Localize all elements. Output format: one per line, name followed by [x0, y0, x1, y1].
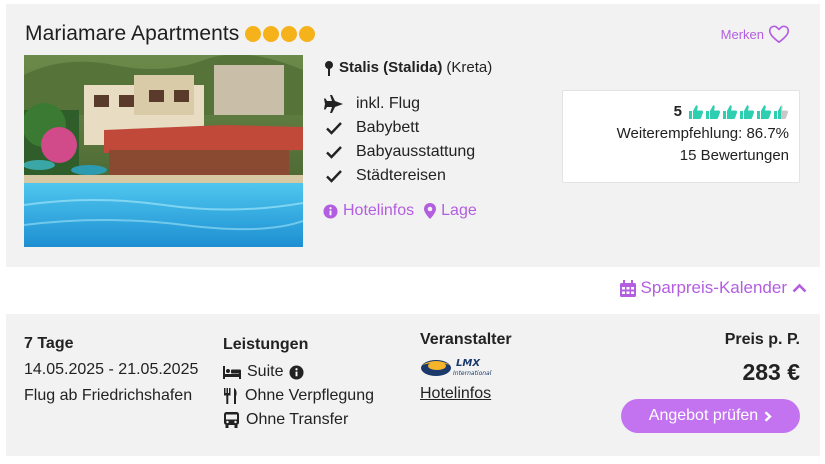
- thumbs-up-icon: [757, 104, 771, 119]
- duration: 7 Tage: [24, 335, 74, 352]
- bed-icon: [223, 366, 241, 379]
- transfer: Ohne Transfer: [223, 408, 374, 432]
- cta-label: Angebot prüfen: [648, 407, 759, 424]
- hotel-links: Hotelinfos Lage: [323, 202, 477, 220]
- feature-label: inkl. Flug: [356, 95, 421, 112]
- offer-card: 7 Tage 14.05.2025 - 21.05.2025 Flug ab F…: [6, 314, 820, 456]
- travel-dates: 14.05.2025 - 21.05.2025: [24, 361, 199, 378]
- feature-label: Städtereisen: [356, 167, 446, 184]
- map-pin-icon: [325, 60, 333, 76]
- star-icon: [245, 26, 262, 42]
- hotel-photo[interactable]: [24, 55, 303, 247]
- chevron-up-icon: [792, 283, 807, 293]
- star-rating: [245, 26, 316, 42]
- feature-item: inkl. Flug: [323, 92, 475, 116]
- departure: Flug ab Friedrichshafen: [24, 387, 193, 404]
- thumbs-rating: [688, 104, 789, 120]
- price: 283 €: [742, 359, 800, 385]
- kalender-label: Sparpreis-Kalender: [640, 278, 787, 297]
- map-marker-icon: [424, 203, 437, 219]
- rating-box[interactable]: 5 Weiterempfehlung: 86.7% 15 Bewertungen: [562, 90, 800, 183]
- check-icon: [323, 169, 345, 183]
- thumbs-up-icon: [774, 104, 788, 119]
- operator-header: Veranstalter: [420, 331, 512, 348]
- operator-logo-text: LMX: [456, 358, 481, 369]
- operator-logo-sub: International: [453, 370, 492, 377]
- price-header: Preis p. P.: [724, 331, 800, 348]
- hotel-title[interactable]: Mariamare Apartments: [25, 22, 316, 46]
- lage-link[interactable]: Lage: [424, 202, 477, 220]
- operator-logo: LMX International: [420, 355, 512, 379]
- feature-label: Babyausstattung: [356, 143, 476, 160]
- check-icon: [323, 121, 345, 135]
- heart-icon: [768, 25, 790, 43]
- location-region: (Kreta): [446, 59, 493, 76]
- merken-button[interactable]: Merken: [721, 24, 790, 44]
- location: Stalis (Stalida) (Kreta): [323, 59, 492, 76]
- angebot-pruefen-button[interactable]: Angebot prüfen: [621, 399, 800, 433]
- hotel-name[interactable]: Mariamare Apartments: [25, 22, 239, 46]
- sparpreis-kalender-toggle[interactable]: Sparpreis-Kalender: [619, 278, 807, 298]
- operator-hotelinfos-link[interactable]: Hotelinfos: [420, 385, 491, 403]
- board-type: Ohne Verpflegung: [223, 384, 374, 408]
- star-icon: [281, 26, 298, 42]
- hotel-card: Mariamare Apartments Merken Stalis (Stal…: [6, 4, 820, 267]
- rating-score-row: 5: [563, 103, 789, 120]
- operator: Veranstalter LMX International Hotelinfo…: [420, 331, 512, 403]
- thumbs-up-icon: [740, 104, 754, 119]
- board-label: Ohne Verpflegung: [245, 387, 374, 404]
- thumbs-up-icon: [723, 104, 737, 119]
- calendar-icon: [619, 279, 636, 297]
- lage-label: Lage: [441, 202, 477, 219]
- review-count: 15 Bewertungen: [679, 147, 789, 164]
- services: Leistungen Suite Ohne Verpflegung Ohne T…: [223, 336, 374, 432]
- hotelinfos-label: Hotelinfos: [343, 202, 415, 219]
- merken-label: Merken: [720, 26, 764, 42]
- cutlery-icon: [224, 388, 237, 404]
- transfer-label: Ohne Transfer: [246, 411, 349, 428]
- recommendation-rate: Weiterempfehlung: 86.7%: [616, 125, 789, 142]
- room-label: Suite: [247, 363, 284, 380]
- room-type: Suite: [223, 360, 374, 384]
- feature-item: Babyausstattung: [323, 140, 475, 164]
- thumbs-up-icon: [689, 104, 703, 119]
- bus-icon: [224, 412, 239, 428]
- plane-icon: [323, 95, 345, 113]
- travel-details: 7 Tage 14.05.2025 - 21.05.2025 Flug ab F…: [24, 331, 198, 409]
- location-main: Stalis (Stalida): [339, 59, 443, 76]
- hotelinfos-link[interactable]: Hotelinfos: [323, 202, 414, 220]
- feature-label: Babybett: [356, 119, 420, 136]
- chevron-right-icon: [764, 410, 772, 422]
- rating-score: 5: [673, 103, 682, 120]
- feature-list: inkl. Flug Babybett Babyausstattung Städ…: [323, 92, 475, 188]
- feature-item: Städtereisen: [323, 164, 475, 188]
- feature-item: Babybett: [323, 116, 475, 140]
- thumbs-up-icon: [706, 104, 720, 119]
- star-icon: [263, 26, 280, 42]
- info-icon[interactable]: [289, 364, 304, 380]
- info-icon: [323, 203, 338, 219]
- star-icon: [299, 26, 316, 42]
- price-section: Preis p. P. 283 € Angebot prüfen: [621, 331, 800, 433]
- check-icon: [323, 145, 345, 159]
- services-header: Leistungen: [223, 336, 309, 353]
